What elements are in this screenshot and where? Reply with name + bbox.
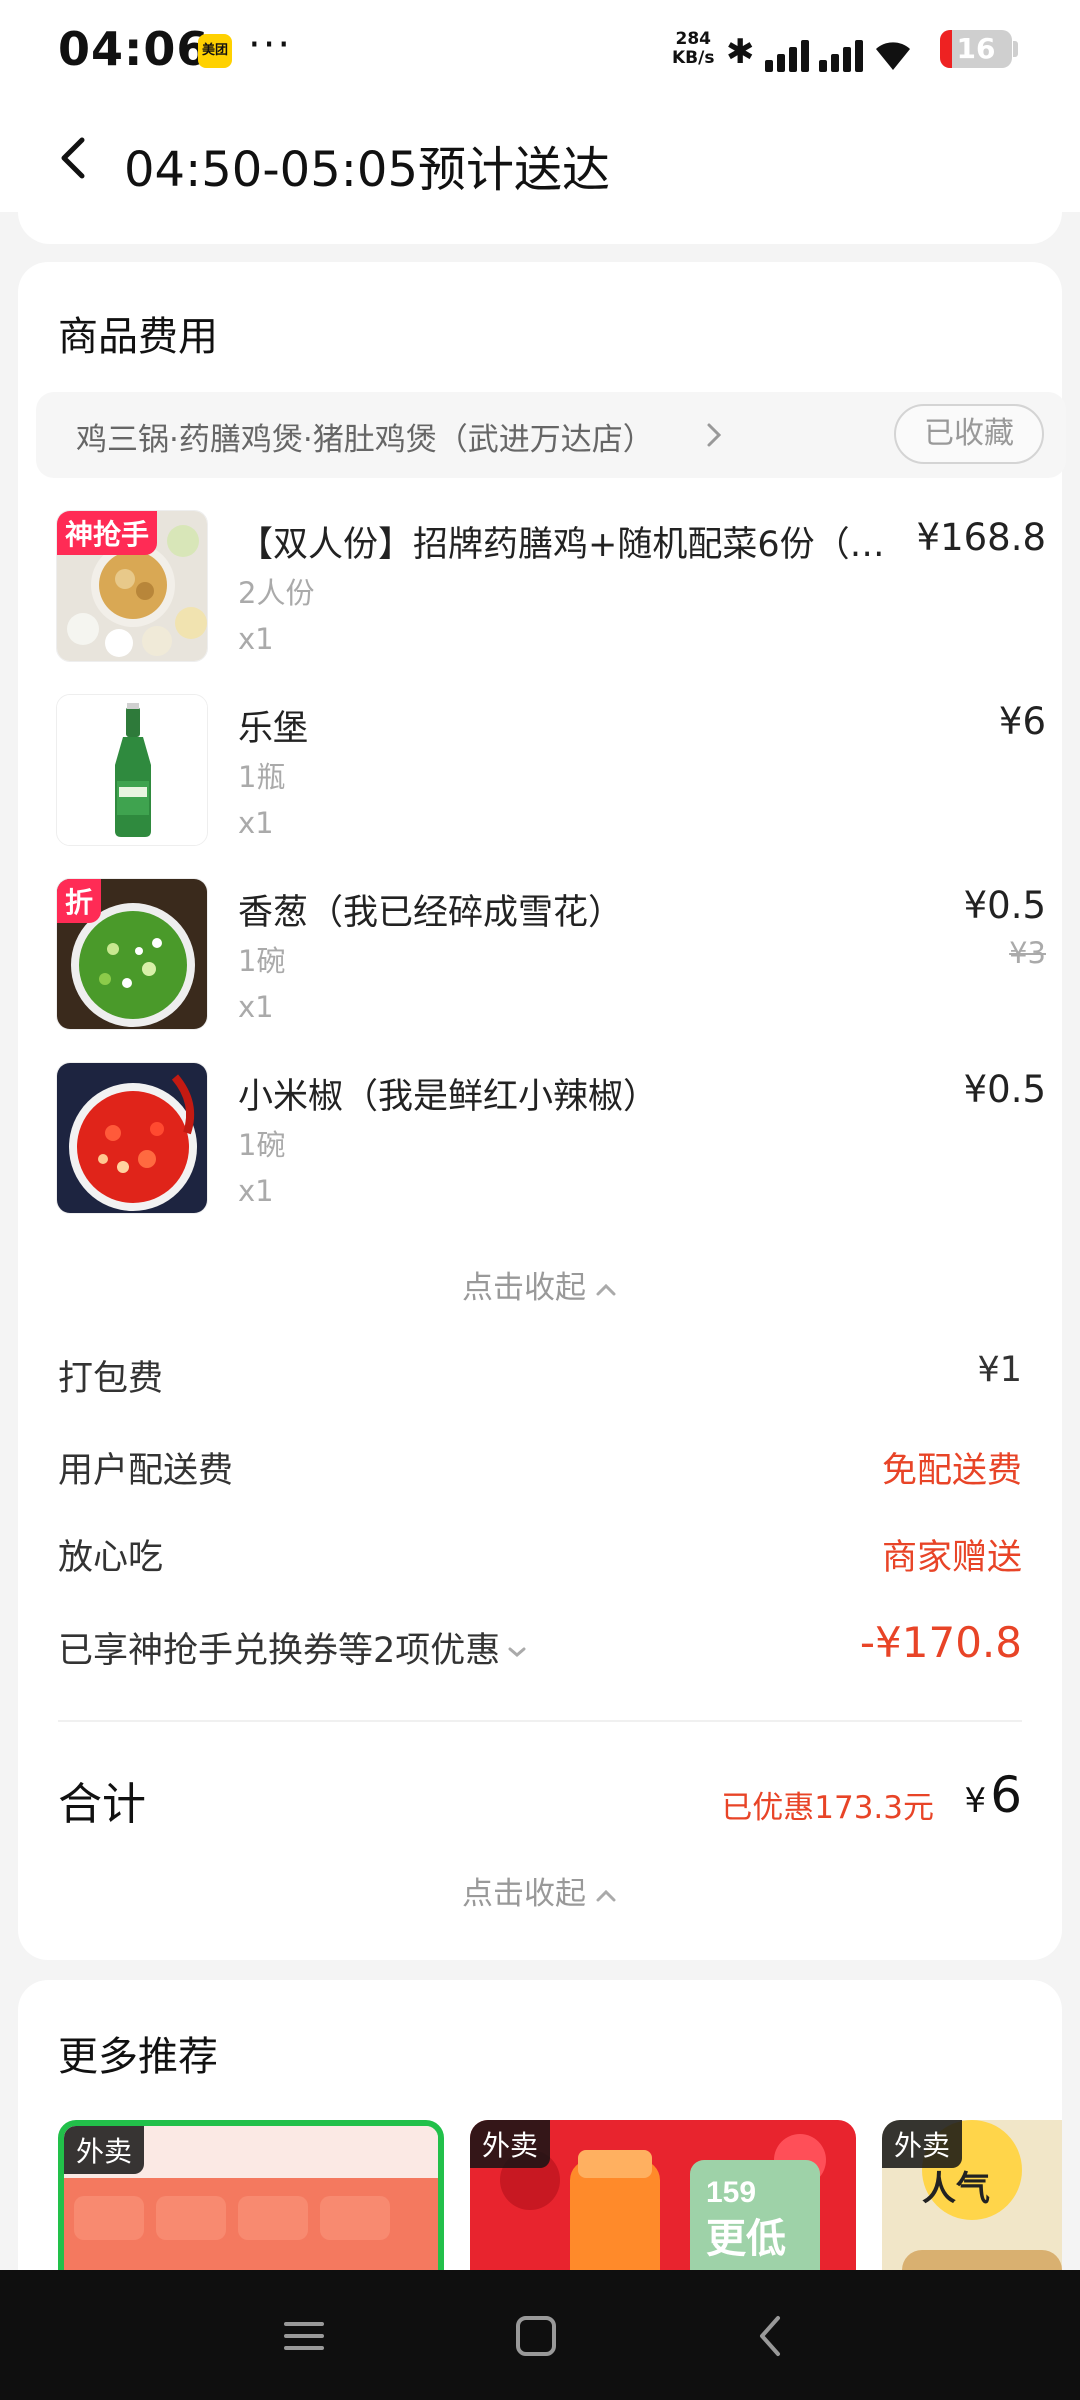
order-item[interactable]: 神抢手 【双人份】招牌药膳鸡+随机配菜6份（满足两人食用） 2人份 x1 ¥16… bbox=[56, 510, 1046, 670]
total-currency: ¥ bbox=[964, 1781, 987, 1821]
item-thumbnail bbox=[56, 694, 208, 846]
cost-card: 商品费用 鸡三锅·药膳鸡煲·猪肚鸡煲（武进万达店） 已收藏 神抢手 【双人份】招… bbox=[18, 262, 1066, 1960]
total-label: 合计 bbox=[58, 1779, 146, 1830]
item-quantity: x1 bbox=[238, 1174, 274, 1208]
wifi-icon bbox=[875, 42, 910, 70]
fee-row-packing: 打包费 ¥1 bbox=[58, 1350, 1022, 1400]
item-badge: 神抢手 bbox=[57, 511, 158, 555]
battery-icon: 16 bbox=[940, 30, 1012, 68]
page-title: 04:50-05:05预计送达 bbox=[124, 142, 610, 198]
discount-label: 已享神抢手兑换券等2项优惠 bbox=[58, 1622, 528, 1673]
chevron-up-icon bbox=[596, 1283, 616, 1295]
item-badge: 折 bbox=[57, 879, 102, 923]
item-thumbnail: 神抢手 bbox=[56, 510, 208, 662]
home-icon[interactable] bbox=[508, 2308, 564, 2364]
item-price: ¥0.5 bbox=[963, 884, 1046, 927]
collapse-fees-toggle[interactable]: 点击收起 bbox=[18, 1868, 1062, 1913]
fee-value: 商家赠送 bbox=[881, 1538, 1022, 1578]
item-name: 香葱（我已经碎成雪花） bbox=[238, 893, 624, 933]
network-speed: 284 KB/s bbox=[672, 30, 714, 68]
status-icons: ✱ bbox=[726, 28, 913, 72]
system-nav-bar bbox=[0, 2270, 1080, 2400]
item-quantity: x1 bbox=[238, 622, 274, 656]
fee-row-assurance: 放心吃 商家赠送 bbox=[58, 1529, 1022, 1579]
meituan-app-icon: 美团 bbox=[198, 34, 232, 68]
fee-label: 打包费 bbox=[58, 1359, 164, 1399]
chevron-up-icon bbox=[596, 1889, 616, 1901]
item-price: ¥168.8 bbox=[916, 516, 1046, 559]
fee-value: 免配送费 bbox=[881, 1451, 1022, 1491]
recommend-tag: 外卖 bbox=[64, 2126, 145, 2174]
recommend-tag: 外卖 bbox=[882, 2120, 963, 2168]
kcal-label: 159 bbox=[706, 2176, 756, 2209]
total-saved: 已优惠173.3元 bbox=[721, 1790, 934, 1826]
page-header: 04:50-05:05预计送达 bbox=[0, 100, 1080, 212]
fee-value: ¥1 bbox=[977, 1350, 1022, 1390]
divider bbox=[58, 1720, 1022, 1722]
order-item[interactable]: 乐堡 1瓶 x1 ¥6 bbox=[56, 694, 1046, 854]
network-speed-value: 284 bbox=[675, 29, 711, 49]
menu-icon[interactable] bbox=[276, 2308, 332, 2364]
discount-row[interactable]: 已享神抢手兑换券等2项优惠 -¥170.8 bbox=[58, 1618, 1022, 1678]
beer-bottle-image bbox=[57, 695, 207, 845]
discount-value: -¥170.8 bbox=[859, 1618, 1022, 1667]
section-title-cost: 商品费用 bbox=[58, 314, 218, 360]
collapse-label: 点击收起 bbox=[462, 1270, 586, 1306]
shop-row[interactable]: 鸡三锅·药膳鸡煲·猪肚鸡煲（武进万达店） 已收藏 bbox=[36, 392, 1066, 478]
item-thumbnail: 折 bbox=[56, 878, 208, 1030]
collapse-label: 点击收起 bbox=[462, 1876, 586, 1912]
chevron-down-icon bbox=[508, 1647, 526, 1657]
item-quantity: x1 bbox=[238, 806, 274, 840]
collapse-items-toggle[interactable]: 点击收起 bbox=[18, 1262, 1062, 1307]
food-image-chili bbox=[57, 1063, 207, 1213]
recommend-tag: 外卖 bbox=[470, 2120, 551, 2168]
item-original-price: ¥3 bbox=[1009, 936, 1046, 970]
section-title-recommend: 更多推荐 bbox=[58, 2034, 218, 2080]
favorite-button[interactable]: 已收藏 bbox=[894, 404, 1044, 464]
more-notifications-icon: ··· bbox=[248, 22, 293, 68]
item-quantity: x1 bbox=[238, 990, 274, 1024]
food-overlay-text: 人气 bbox=[922, 2169, 990, 2209]
fee-label: 用户配送费 bbox=[58, 1451, 234, 1491]
battery-tip bbox=[1013, 41, 1018, 57]
status-time: 04:06 bbox=[58, 22, 210, 76]
back-icon[interactable] bbox=[744, 2308, 800, 2364]
item-name: 【双人份】招牌药膳鸡+随机配菜6份（满足两人食用） bbox=[238, 525, 918, 565]
item-thumbnail bbox=[56, 1062, 208, 1214]
back-arrow-icon[interactable] bbox=[48, 130, 104, 186]
item-name: 乐堡 bbox=[238, 709, 309, 749]
status-bar: 04:06 美团 ··· 284 KB/s ✱ 16 bbox=[0, 0, 1080, 100]
shop-name: 鸡三锅·药膳鸡煲·猪肚鸡煲（武进万达店） bbox=[76, 422, 654, 458]
item-spec: 1碗 bbox=[238, 1128, 286, 1162]
network-speed-unit: KB/s bbox=[672, 48, 715, 68]
order-item[interactable]: 小米椒（我是鲜红小辣椒） 1碗 x1 ¥0.5 bbox=[56, 1062, 1046, 1222]
discount-text: 已享神抢手兑换券等2项优惠 bbox=[58, 1631, 501, 1671]
order-item[interactable]: 折 香葱（我已经碎成雪花） 1碗 x1 ¥0.5 ¥3 bbox=[56, 878, 1046, 1038]
signal-icon-1 bbox=[764, 38, 809, 72]
fee-row-delivery: 用户配送费 免配送费 bbox=[58, 1442, 1022, 1492]
total-value: ¥6 bbox=[965, 1766, 1022, 1824]
item-price: ¥0.5 bbox=[963, 1068, 1046, 1111]
signal-icon-2 bbox=[818, 38, 863, 72]
item-name: 小米椒（我是鲜红小辣椒） bbox=[238, 1077, 659, 1117]
fee-label: 放心吃 bbox=[58, 1538, 164, 1578]
bluetooth-icon: ✱ bbox=[726, 32, 755, 72]
item-spec: 1瓶 bbox=[238, 760, 286, 794]
chevron-right-icon bbox=[707, 423, 722, 447]
battery-level: 16 bbox=[956, 32, 996, 65]
item-spec: 1碗 bbox=[238, 944, 286, 978]
drink-overlay-text: 更低 bbox=[706, 2216, 786, 2262]
item-price: ¥6 bbox=[998, 700, 1046, 743]
total-amount: 6 bbox=[990, 1766, 1022, 1824]
previous-card-edge bbox=[18, 200, 1062, 244]
item-spec: 2人份 bbox=[238, 576, 315, 610]
